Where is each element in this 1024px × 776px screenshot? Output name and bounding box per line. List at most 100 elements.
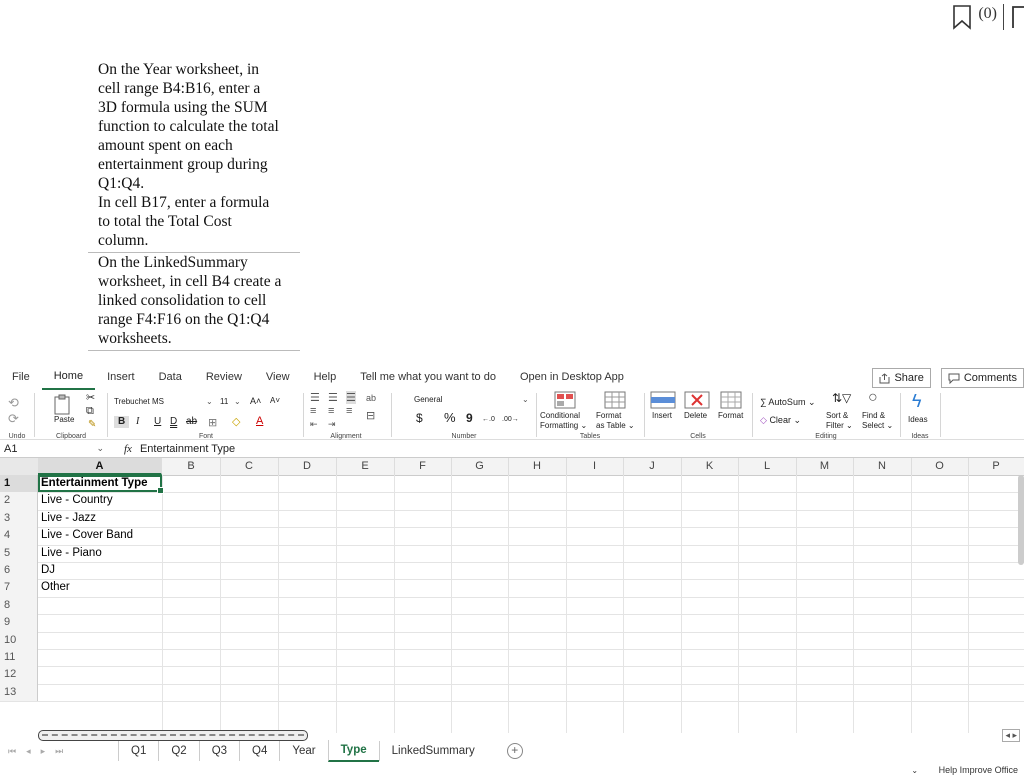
tab-home[interactable]: Home — [41, 366, 96, 390]
chevron-down-icon[interactable]: ⌄ — [206, 397, 213, 407]
sheet-tab-q1[interactable]: Q1 — [118, 741, 158, 761]
merge-center-icon[interactable]: ⊟ — [366, 409, 375, 422]
column-header-d[interactable]: D — [278, 458, 337, 475]
comma-button[interactable]: 9 — [466, 412, 473, 424]
format-painter-icon[interactable]: ✎ — [88, 419, 96, 430]
sheet-tab-type[interactable]: Type — [327, 740, 379, 762]
autosum-button[interactable]: ∑ AutoSum ⌄ — [760, 397, 816, 407]
sheet-tab-q2[interactable]: Q2 — [158, 741, 198, 761]
sort-filter-icon[interactable]: ⇅▽ — [832, 391, 851, 405]
column-header-b[interactable]: B — [162, 458, 221, 475]
cell-a[interactable] — [39, 614, 41, 631]
sheet-tab-year[interactable]: Year — [279, 741, 327, 761]
cell-a[interactable] — [39, 597, 41, 614]
sheet-nav-arrows[interactable]: ⏮◂▸⏭ — [0, 746, 118, 757]
comments-button[interactable]: Comments — [940, 368, 1024, 388]
column-header-c[interactable]: C — [220, 458, 279, 475]
column-header-e[interactable]: E — [336, 458, 395, 475]
cell-a[interactable] — [39, 649, 41, 666]
insert-button[interactable]: Insert — [652, 411, 672, 421]
chevron-down-icon[interactable]: ⌄ — [522, 395, 529, 405]
tell-me-search[interactable]: Tell me what you want to do — [348, 367, 508, 389]
column-header-o[interactable]: O — [911, 458, 969, 475]
wrap-text-icon[interactable]: ab — [366, 393, 376, 403]
row-header[interactable]: 7 — [0, 579, 38, 597]
underline-button[interactable]: U — [154, 417, 161, 427]
cell-a[interactable]: DJ — [39, 562, 55, 579]
double-underline-button[interactable]: D — [170, 417, 177, 427]
sheet-tab-q3[interactable]: Q3 — [198, 741, 239, 761]
format-as-table-button[interactable]: Format as Table ⌄ — [596, 411, 635, 431]
undo-icon[interactable]: ⟲ — [8, 395, 19, 411]
percent-button[interactable]: % — [444, 411, 456, 424]
shrink-font-icon[interactable]: A˅ — [270, 396, 280, 406]
cell-a[interactable]: Live - Cover Band — [39, 527, 133, 544]
column-header-p[interactable]: P — [968, 458, 1024, 475]
row-header[interactable]: 4 — [0, 527, 38, 545]
align-middle-icon[interactable]: ☰ — [328, 391, 338, 404]
search-icon[interactable]: ○ — [868, 389, 878, 407]
find-select-button[interactable]: Find & Select ⌄ — [862, 411, 893, 431]
sort-filter-button[interactable]: Sort & Filter ⌄ — [826, 411, 853, 431]
chevron-down-icon[interactable]: ⌄ — [911, 766, 918, 775]
chevron-down-icon[interactable]: ⌄ — [234, 397, 241, 407]
selected-cell-a1[interactable] — [38, 475, 164, 494]
tab-review[interactable]: Review — [194, 367, 254, 389]
decrease-indent-icon[interactable]: ⇤ — [310, 419, 318, 430]
align-center-icon[interactable]: ≡ — [328, 405, 334, 417]
cell-a[interactable] — [39, 684, 41, 701]
vertical-scrollbar[interactable] — [1018, 475, 1024, 565]
column-header-i[interactable]: I — [566, 458, 624, 475]
formula-input[interactable]: Entertainment Type — [140, 443, 235, 455]
column-header-h[interactable]: H — [508, 458, 567, 475]
font-size-select[interactable]: 11 — [220, 397, 228, 407]
worksheet-grid[interactable]: ABCDEFGHIJKLMNOP 1 Entertainment Type 2 Liv… — [0, 458, 1024, 733]
fill-handle[interactable] — [157, 487, 164, 494]
cell-a[interactable]: Live - Jazz — [39, 510, 96, 527]
increase-decimal-icon[interactable]: ←.0 — [482, 415, 495, 425]
delete-button[interactable]: Delete — [684, 411, 707, 421]
clear-button[interactable]: ◇ Clear ⌄ — [760, 415, 801, 425]
column-header-l[interactable]: L — [738, 458, 797, 475]
borders-icon[interactable]: ⊞ — [208, 416, 217, 429]
fill-color-icon[interactable]: ◇ — [232, 415, 240, 428]
grow-font-icon[interactable]: A˄ — [250, 396, 261, 406]
open-in-desktop-button[interactable]: Open in Desktop App — [508, 367, 636, 389]
strikethrough-button[interactable]: ab — [186, 417, 197, 427]
cut-icon[interactable]: ✂ — [86, 391, 95, 404]
row-header[interactable]: 6 — [0, 562, 38, 580]
column-header-m[interactable]: M — [796, 458, 854, 475]
align-right-icon[interactable]: ≡ — [346, 405, 352, 417]
column-header-k[interactable]: K — [681, 458, 739, 475]
font-color-icon[interactable]: A — [256, 415, 263, 427]
lightning-icon[interactable]: ϟ — [912, 391, 922, 412]
row-header[interactable]: 1 — [0, 475, 38, 493]
ideas-button[interactable]: Ideas — [908, 415, 928, 425]
tab-file[interactable]: File — [0, 367, 42, 389]
format-cells-icon[interactable] — [720, 391, 742, 409]
align-top-icon[interactable]: ☰ — [310, 391, 320, 404]
align-left-icon[interactable]: ≡ — [310, 405, 316, 417]
format-button[interactable]: Format — [718, 411, 743, 421]
select-all-corner[interactable] — [0, 458, 39, 475]
bold-button[interactable]: B — [114, 416, 130, 428]
cell-a[interactable] — [39, 632, 41, 649]
tab-data[interactable]: Data — [147, 367, 194, 389]
row-header[interactable]: 8 — [0, 596, 38, 615]
align-bottom-icon[interactable]: ☰ — [346, 391, 356, 404]
format-as-table-icon[interactable] — [604, 391, 626, 409]
column-header-n[interactable]: N — [853, 458, 912, 475]
cell-a[interactable] — [39, 666, 41, 683]
font-name-select[interactable]: Trebuchet MS — [114, 397, 164, 407]
flag-icon[interactable] — [1010, 4, 1024, 30]
sheet-tab-q4[interactable]: Q4 — [239, 741, 279, 761]
row-header[interactable]: 3 — [0, 509, 38, 528]
tab-help[interactable]: Help — [302, 367, 349, 389]
paste-icon[interactable] — [52, 393, 74, 415]
add-sheet-icon[interactable]: + — [506, 743, 523, 759]
copy-icon[interactable]: ⧉ — [86, 405, 94, 418]
help-improve-office-link[interactable]: Help Improve Office — [939, 765, 1018, 775]
cell-a[interactable]: Other — [39, 579, 70, 596]
conditional-formatting-button[interactable]: Conditional Formatting ⌄ — [540, 411, 587, 431]
row-header[interactable]: 13 — [0, 683, 38, 702]
